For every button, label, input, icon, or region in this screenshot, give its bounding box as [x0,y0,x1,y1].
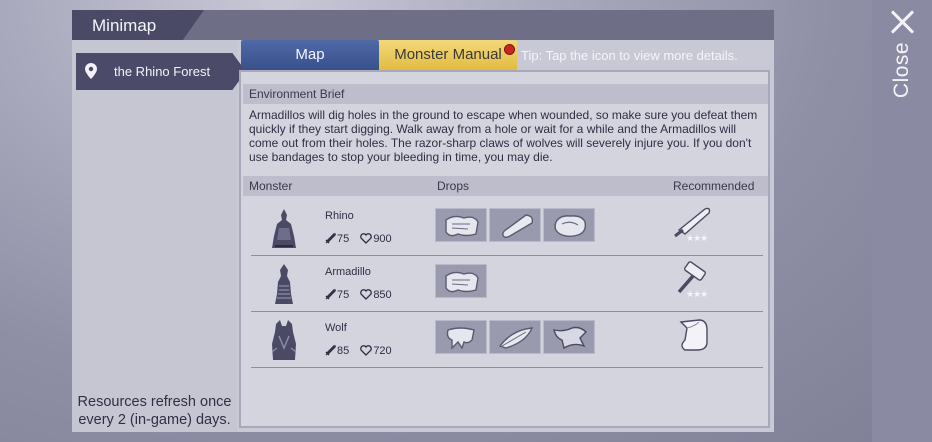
bone-club-icon [502,214,534,238]
attack-stat: 85 [325,345,349,357]
drop-feather[interactable] [489,320,541,354]
tip-text: Tip: Tap the icon to view more details. [521,48,738,63]
hide-icon [445,215,479,237]
health-stat: 900 [360,233,392,245]
close-rail[interactable]: Close [872,0,932,442]
region-list: the Rhino Forest Resources refresh once … [72,40,246,432]
drop-hide[interactable] [435,264,487,298]
col-recommended: Recommended [673,179,755,193]
region-label: the Rhino Forest [114,64,211,79]
health-value: 850 [373,289,392,301]
drop-pelt[interactable] [543,320,595,354]
panel-title: Minimap [92,16,157,35]
rhino-portrait-icon [272,209,296,248]
health-stat: 850 [360,289,392,301]
bandage-icon [679,319,708,351]
pelt-icon [553,326,587,350]
attack-stat: 75 [325,289,349,301]
drop-hide[interactable] [435,208,487,242]
wolf-portrait-icon [271,320,297,360]
monster-row-rhino[interactable]: Rhino 75 900 ★★★ [251,200,763,256]
region-item-rhino-forest[interactable]: the Rhino Forest [76,53,246,90]
tab-monster-manual[interactable]: Monster Manual [379,40,517,72]
attack-icon [325,233,336,244]
attack-value: 75 [337,289,350,301]
monster-row-wolf[interactable]: Wolf 85 720 [251,312,763,368]
drop-bone-club[interactable] [489,208,541,242]
drop-raw-meat[interactable] [543,208,595,242]
brief-text: Armadillos will dig holes in the ground … [249,108,758,164]
health-value: 720 [373,345,392,357]
panel-header: Minimap [72,10,774,40]
hide-icon [445,271,479,293]
monster-name: Wolf [325,322,347,334]
manual-content: Environment Brief Armadillos will dig ho… [239,70,770,428]
attack-icon [325,289,336,300]
attack-stat: 75 [325,233,349,245]
recommended-bandage[interactable] [671,316,717,356]
attack-icon [325,345,336,356]
monster-stats: 75 850 [325,289,400,301]
heart-icon [360,233,373,244]
monster-stats: 85 720 [325,345,400,357]
monster-name: Armadillo [325,266,371,278]
minimap-panel: Minimap the Rhino Forest Resources refre… [72,10,774,432]
attack-value: 85 [337,345,350,357]
recommended-stars: ★★★ [686,233,708,243]
claw-icon [446,327,475,350]
health-stat: 720 [360,345,392,357]
brief-heading: Environment Brief [243,84,768,104]
notification-dot [504,44,515,55]
drop-claw[interactable] [435,320,487,354]
raw-meat-icon [554,215,587,237]
close-icon[interactable] [889,9,915,35]
table-header: Monster Drops Recommended [243,176,768,196]
heart-icon [360,289,373,300]
monster-name: Rhino [325,210,354,222]
monster-stats: 75 900 [325,233,400,245]
location-pin-icon [85,63,97,79]
monster-row-armadillo[interactable]: Armadillo 75 850 ★★★ [251,256,763,312]
heart-icon [360,345,373,356]
tab-monster-manual-label: Monster Manual [394,46,502,63]
col-drops: Drops [437,179,470,193]
tab-map[interactable]: Map [241,40,379,70]
close-button[interactable]: Close [890,42,914,98]
feather-icon [498,327,534,349]
health-value: 900 [373,233,392,245]
attack-value: 75 [337,233,350,245]
col-monster: Monster [249,179,293,193]
recommended-stars: ★★★ [686,289,708,299]
refresh-note: Resources refresh once every 2 (in-game)… [77,394,232,428]
armadillo-portrait-icon [275,264,293,304]
